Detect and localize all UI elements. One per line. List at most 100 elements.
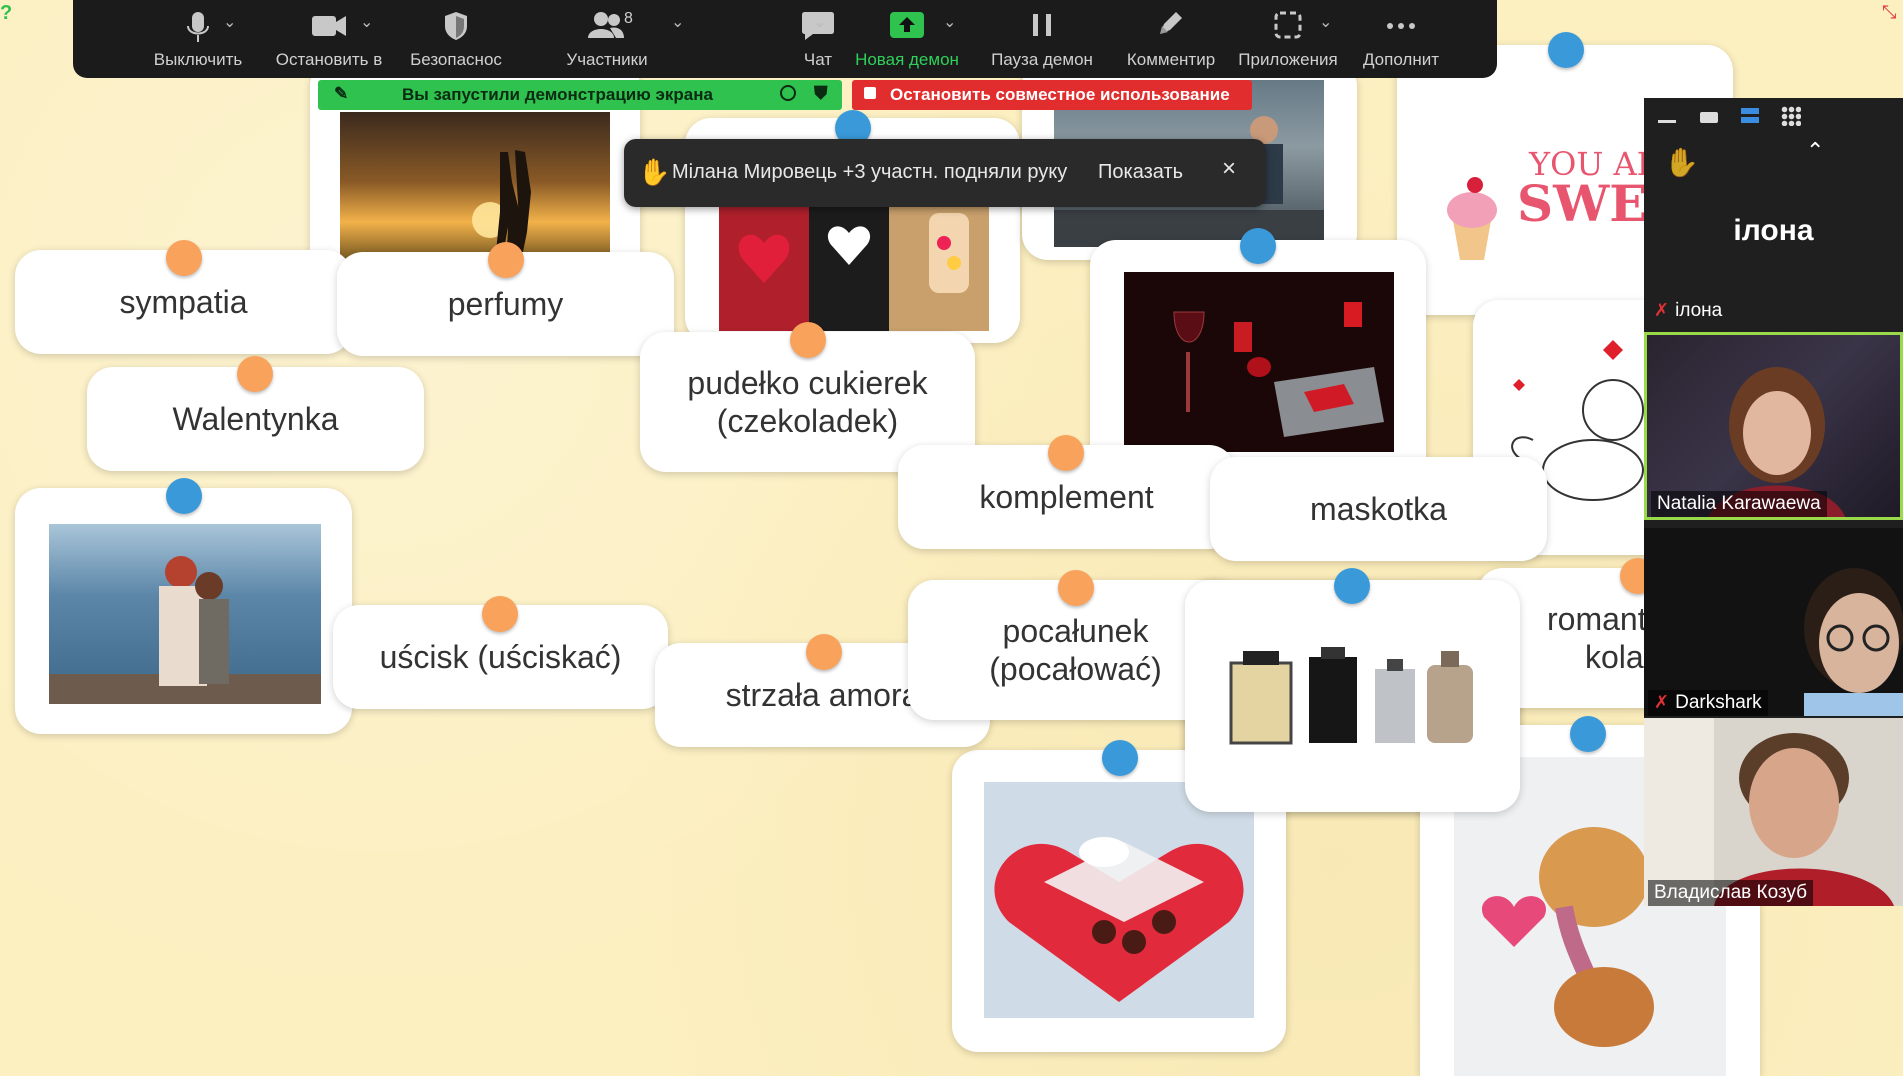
word-sympatia: sympatia: [119, 284, 248, 320]
gallery-controls: [1644, 98, 1903, 134]
share-screen-icon: [890, 12, 924, 38]
word-uscisk: uścisk (uściskać): [379, 639, 622, 675]
sea-couple-photo: [49, 524, 321, 704]
minimize-icon[interactable]: [1658, 120, 1676, 123]
participant-name: Natalia Karawaewa: [1657, 493, 1821, 514]
annotate-pen-icon: [1160, 12, 1182, 34]
participant-name: Darkshark: [1675, 692, 1762, 713]
new-share-label: Новая демон: [855, 50, 959, 69]
participant-name: ілона: [1675, 300, 1723, 321]
word-pocalunek-line1: pocałunek: [1002, 613, 1149, 649]
pin-uscisk: [482, 596, 518, 632]
raised-hand-icon: ✋: [638, 157, 671, 187]
participant-name: Владислав Козуб: [1654, 882, 1808, 903]
stop-square-icon: [864, 87, 876, 99]
pin-banner-icon[interactable]: ✎: [334, 84, 348, 104]
participants-label: Участники: [566, 50, 648, 69]
mute-options-chevron-icon[interactable]: ⌄: [223, 12, 236, 32]
more-button[interactable]: Дополнит: [1343, 0, 1459, 78]
video-camera-icon: [312, 16, 346, 36]
pin-walentynka: [237, 356, 273, 392]
security-button[interactable]: Безопаснос: [393, 0, 519, 78]
pin-perfumy: [488, 242, 524, 278]
word-strzala: strzała amora: [725, 677, 920, 713]
tile-name-ilona: ✗ ілона: [1648, 298, 1728, 324]
chat-options-chevron-icon[interactable]: ⌄: [813, 12, 826, 32]
tile-name-natalia: Natalia Karawaewa: [1651, 491, 1827, 517]
annotate-button[interactable]: Комментир: [1111, 0, 1231, 78]
encryption-shield-icon: ⛊: [814, 83, 828, 103]
recording-status-icon: [780, 85, 796, 101]
video-tile-natalia[interactable]: Natalia Karawaewa: [1644, 332, 1903, 520]
meeting-toolbar: Выключить ⌄ Остановить в ⌄ Безопаснос 8 …: [73, 0, 1497, 78]
image-card-sea-couple: [15, 488, 352, 734]
tile-name-darkshark: ✗ Darkshark: [1648, 690, 1768, 716]
video-options-chevron-icon[interactable]: ⌄: [360, 12, 373, 32]
muted-mic-icon: ✗: [1654, 300, 1670, 320]
stop-share-label: Остановить совместное использование: [890, 85, 1230, 104]
raised-hand-notification: ✋ Мілана Мировець +3 участн. подняли рук…: [624, 139, 1266, 207]
more-icon: [1387, 23, 1415, 29]
pause-icon: [1033, 14, 1051, 36]
mute-label: Выключить: [153, 50, 243, 69]
video-tile-vladyslav[interactable]: Владислав Козуб: [1644, 718, 1903, 906]
word-pudelko-line2: (czekoladek): [716, 403, 899, 439]
pause-share-button[interactable]: Пауза демон: [977, 0, 1107, 78]
show-participants-button[interactable]: Показать: [1098, 161, 1183, 184]
help-icon[interactable]: ?: [0, 2, 12, 25]
pin-strzala: [806, 634, 842, 670]
muted-mic-icon: ✗: [1654, 692, 1670, 712]
heart-cake-photo: andrad: [984, 782, 1254, 1018]
collapse-chevron-icon[interactable]: ⌃: [1806, 138, 1824, 164]
word-card-maskotka[interactable]: maskotka: [1210, 457, 1547, 561]
pin-felt-toy: [1570, 716, 1606, 752]
word-romant-line2: kola: [1585, 639, 1644, 675]
apps-label: Приложения: [1238, 50, 1338, 69]
raised-hand-small-icon: ✋: [1664, 147, 1699, 178]
screen-share-banner: ✎ Вы запустили демонстрацию экрана ⛊: [318, 80, 842, 110]
shield-icon: [445, 12, 467, 40]
word-walentynka: Walentynka: [172, 401, 339, 437]
participant-video-darkshark: [1804, 568, 1903, 716]
more-label: Дополнит: [1362, 50, 1440, 69]
video-gallery-panel: ⌃ ✋ ілона ✗ ілона Natalia Karawaewa ✗ Dark…: [1644, 98, 1903, 906]
word-pocalunek-line2: (pocałować): [989, 651, 1162, 687]
pin-heart-cake: [1102, 740, 1138, 776]
word-maskotka: maskotka: [1310, 491, 1447, 527]
candles-dinner-photo: [1124, 272, 1394, 452]
pin-candles: [1240, 228, 1276, 264]
stop-video-button[interactable]: Остановить в: [259, 0, 399, 78]
participant-video-vladyslav: [1644, 718, 1894, 906]
tile-name-vladyslav: Владислав Козуб: [1648, 880, 1814, 906]
apps-icon: [1274, 11, 1302, 39]
pin-you-are-sweet: [1548, 32, 1584, 68]
share-banner-text: Вы запустили демонстрацию экрана: [402, 85, 713, 104]
stop-video-label: Остановить в: [275, 50, 383, 69]
video-tile-darkshark[interactable]: ✗ Darkshark: [1644, 528, 1903, 716]
exit-fullscreen-icon[interactable]: ⤡: [1882, 2, 1896, 23]
apps-options-chevron-icon[interactable]: ⌄: [1319, 12, 1332, 32]
pin-pocalunek: [1058, 570, 1094, 606]
word-komplement: komplement: [979, 479, 1154, 515]
mute-button[interactable]: Выключить: [133, 0, 263, 78]
microphone-icon: [187, 12, 209, 42]
close-icon[interactable]: ×: [1222, 155, 1236, 183]
participants-count: 8: [624, 10, 633, 27]
annotate-label: Комментир: [1126, 50, 1216, 69]
pin-perfumes: [1334, 568, 1370, 604]
tile-view-icon[interactable]: [1700, 112, 1718, 123]
participants-icon: [588, 12, 624, 38]
participants-button[interactable]: 8 Участники: [539, 0, 675, 78]
perfume-bottles-photo-front: [1227, 645, 1477, 745]
participants-options-chevron-icon[interactable]: ⌄: [671, 12, 684, 32]
word-perfumy: perfumy: [447, 286, 564, 322]
raised-hand-text: Мілана Мировець +3 участн. подняли руку: [672, 161, 1068, 183]
gallery-grid-icon[interactable]: [1781, 106, 1801, 126]
speaker-view-icon[interactable]: [1741, 108, 1759, 123]
pause-share-label: Пауза демон: [991, 50, 1093, 69]
pin-pudelko: [790, 322, 826, 358]
pin-sympatia: [166, 240, 202, 276]
share-options-chevron-icon[interactable]: ⌄: [943, 12, 956, 32]
pin-komplement: [1048, 435, 1084, 471]
stop-share-button[interactable]: Остановить совместное использование: [852, 80, 1252, 110]
